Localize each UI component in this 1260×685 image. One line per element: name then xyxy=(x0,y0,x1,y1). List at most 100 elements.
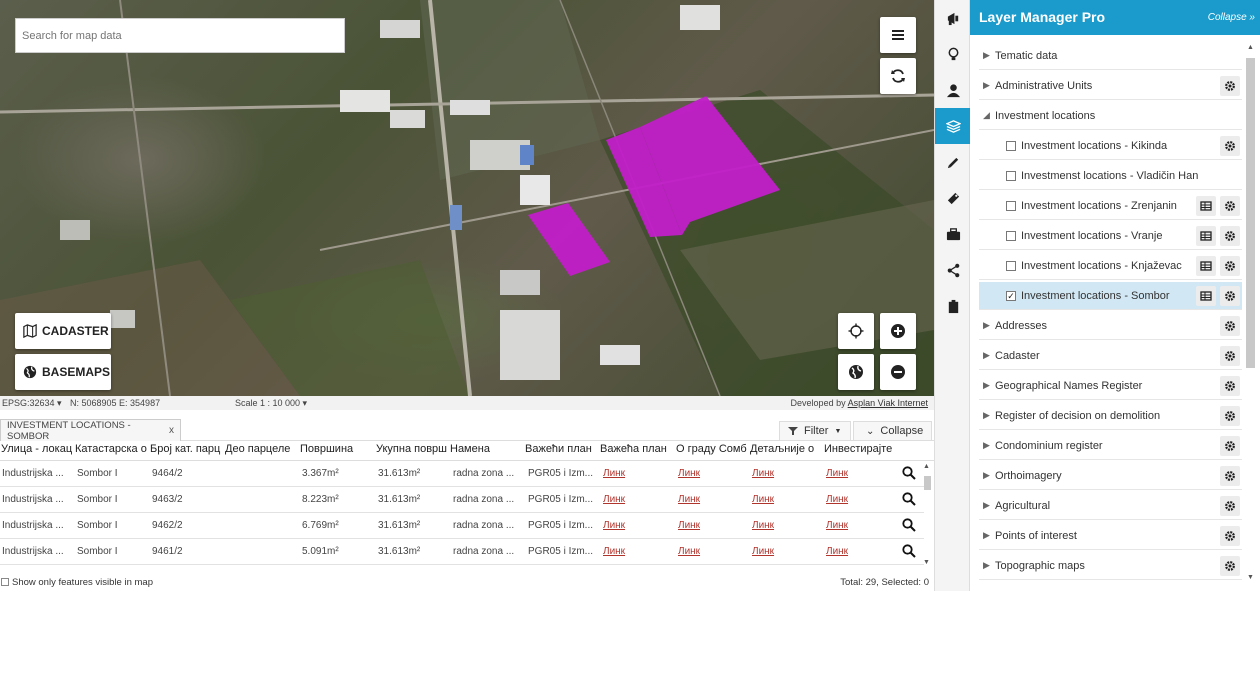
layer-checkbox[interactable] xyxy=(1006,261,1016,271)
developer-link[interactable]: Asplan Viak Internet xyxy=(848,398,928,408)
layers-tool-button[interactable] xyxy=(935,108,971,144)
attribute-table-button[interactable] xyxy=(1196,196,1216,216)
table-row[interactable]: Industrijska ... Sombor I 9464/2 3.367m²… xyxy=(0,461,924,487)
map-view[interactable]: CADASTER BASEMAPS xyxy=(0,0,934,396)
table-row[interactable]: Industrijska ... Sombor I 9461/2 5.091m²… xyxy=(0,539,924,565)
layer-group-condominium[interactable]: ▶ Condominium register xyxy=(979,432,1242,460)
details-link[interactable]: Линк xyxy=(752,494,774,505)
share-tool-button[interactable] xyxy=(935,252,971,288)
layer-settings-button[interactable] xyxy=(1220,526,1240,546)
layer-group-geographical-names[interactable]: ▶ Geographical Names Register xyxy=(979,372,1242,400)
plan-link[interactable]: Линк xyxy=(603,468,625,479)
attribute-table-button[interactable] xyxy=(1196,226,1216,246)
city-link[interactable]: Линк xyxy=(678,494,700,505)
city-link[interactable]: Линк xyxy=(678,468,700,479)
plan-link[interactable]: Линк xyxy=(603,520,625,531)
layer-checkbox[interactable] xyxy=(1006,171,1016,181)
layer-group-demolition[interactable]: ▶ Register of decision on demolition xyxy=(979,402,1242,430)
layer-checkbox[interactable] xyxy=(1006,141,1016,151)
layer-group-agricultural[interactable]: ▶ Agricultural xyxy=(979,492,1242,520)
invest-link[interactable]: Линк xyxy=(826,520,848,531)
layer-settings-button[interactable] xyxy=(1220,256,1240,276)
scroll-down-icon[interactable]: ▼ xyxy=(1247,574,1254,581)
close-tab-button[interactable]: x xyxy=(169,425,174,436)
city-link[interactable]: Линк xyxy=(678,520,700,531)
column-header[interactable]: Укупна површ xyxy=(376,443,449,455)
details-link[interactable]: Линк xyxy=(752,468,774,479)
invest-link[interactable]: Линк xyxy=(826,468,848,479)
search-icon[interactable] xyxy=(902,492,916,506)
table-collapse-button[interactable]: ⌄ Collapse xyxy=(853,421,932,441)
expand-triangle-icon[interactable]: ▶ xyxy=(983,470,990,481)
city-link[interactable]: Линк xyxy=(678,546,700,557)
expand-triangle-icon[interactable]: ▶ xyxy=(983,530,990,541)
layer-settings-button[interactable] xyxy=(1220,286,1240,306)
expand-triangle-icon[interactable]: ▶ xyxy=(983,410,990,421)
column-header[interactable]: Улица - локац xyxy=(1,443,74,455)
draw-tool-button[interactable] xyxy=(935,144,971,180)
column-header[interactable]: Инвестирајте xyxy=(824,443,897,455)
visible-only-checkbox[interactable] xyxy=(1,578,9,586)
layer-item-vranje[interactable]: Investment locations - Vranje xyxy=(979,222,1242,250)
expand-triangle-icon[interactable]: ▶ xyxy=(983,80,990,91)
expand-triangle-icon[interactable]: ▶ xyxy=(983,320,990,331)
scroll-down-icon[interactable]: ▼ xyxy=(923,559,930,566)
layer-item-sombor[interactable]: ✓ Investment locations - Sombor xyxy=(979,282,1242,310)
expand-triangle-icon[interactable]: ▶ xyxy=(983,560,990,571)
collapse-triangle-icon[interactable]: ◢ xyxy=(983,110,990,121)
layer-settings-button[interactable] xyxy=(1220,436,1240,456)
layer-settings-button[interactable] xyxy=(1220,496,1240,516)
layer-item-vladicin-han[interactable]: Investmenst locations - Vladičin Han xyxy=(979,162,1242,190)
column-header[interactable]: О граду Сомб xyxy=(676,443,749,455)
column-header[interactable]: Важећа план xyxy=(600,443,673,455)
layer-item-knjazevac[interactable]: Investment locations - Knjaževac xyxy=(979,252,1242,280)
menu-button[interactable] xyxy=(880,17,916,53)
locate-button[interactable] xyxy=(838,313,874,349)
layer-settings-button[interactable] xyxy=(1220,226,1240,246)
details-link[interactable]: Линк xyxy=(752,520,774,531)
layer-settings-button[interactable] xyxy=(1220,556,1240,576)
search-icon[interactable] xyxy=(902,466,916,480)
layer-group-cadaster[interactable]: ▶ Cadaster xyxy=(979,342,1242,370)
tools-button[interactable] xyxy=(935,216,971,252)
table-row[interactable]: Industrijska ... Sombor I 9463/2 8.223m²… xyxy=(0,487,924,513)
column-header[interactable]: Детаљније о xyxy=(750,443,823,455)
cadaster-button[interactable]: CADASTER xyxy=(15,313,111,349)
world-view-button[interactable] xyxy=(838,354,874,390)
scale-selector[interactable]: Scale 1 : 10 000 ▾ xyxy=(235,398,307,409)
layer-group-investment-locations[interactable]: ◢ Investment locations xyxy=(979,102,1242,130)
column-header[interactable]: Катастарска о xyxy=(75,443,148,455)
tips-tool-button[interactable] xyxy=(935,36,971,72)
expand-triangle-icon[interactable]: ▶ xyxy=(983,440,990,451)
column-header[interactable]: Намена xyxy=(450,443,523,455)
news-tool-button[interactable] xyxy=(935,0,971,36)
filter-button[interactable]: Filter ▼ xyxy=(779,421,851,441)
scroll-up-icon[interactable]: ▲ xyxy=(923,463,930,470)
report-tool-button[interactable] xyxy=(935,288,971,324)
map-search-input[interactable] xyxy=(15,18,345,53)
layer-group-administrative-units[interactable]: ▶ Administrative Units xyxy=(979,72,1242,100)
plan-link[interactable]: Линк xyxy=(603,494,625,505)
scrollbar-thumb[interactable] xyxy=(924,476,931,490)
layer-manager-collapse-button[interactable]: Collapse » xyxy=(1208,12,1255,23)
zoom-out-button[interactable] xyxy=(880,354,916,390)
layer-group-points-of-interest[interactable]: ▶ Points of interest xyxy=(979,522,1242,550)
invest-link[interactable]: Линк xyxy=(826,494,848,505)
layer-checkbox-checked[interactable]: ✓ xyxy=(1006,291,1016,301)
table-scrollbar[interactable]: ▲ ▼ xyxy=(922,463,932,567)
refresh-button[interactable] xyxy=(880,58,916,94)
column-header[interactable]: Важећи план xyxy=(525,443,598,455)
layer-group-addresses[interactable]: ▶ Addresses xyxy=(979,312,1242,340)
column-header[interactable]: Површина xyxy=(300,443,373,455)
expand-triangle-icon[interactable]: ▶ xyxy=(983,50,990,61)
expand-triangle-icon[interactable]: ▶ xyxy=(983,350,990,361)
attribute-table-button[interactable] xyxy=(1196,286,1216,306)
layer-checkbox[interactable] xyxy=(1006,231,1016,241)
plan-link[interactable]: Линк xyxy=(603,546,625,557)
layer-checkbox[interactable] xyxy=(1006,201,1016,211)
layer-settings-button[interactable] xyxy=(1220,406,1240,426)
epsg-selector[interactable]: EPSG:32634 ▾ xyxy=(2,398,62,409)
layer-settings-button[interactable] xyxy=(1220,316,1240,336)
layer-settings-button[interactable] xyxy=(1220,346,1240,366)
column-header[interactable]: Део парцеле xyxy=(225,443,298,455)
